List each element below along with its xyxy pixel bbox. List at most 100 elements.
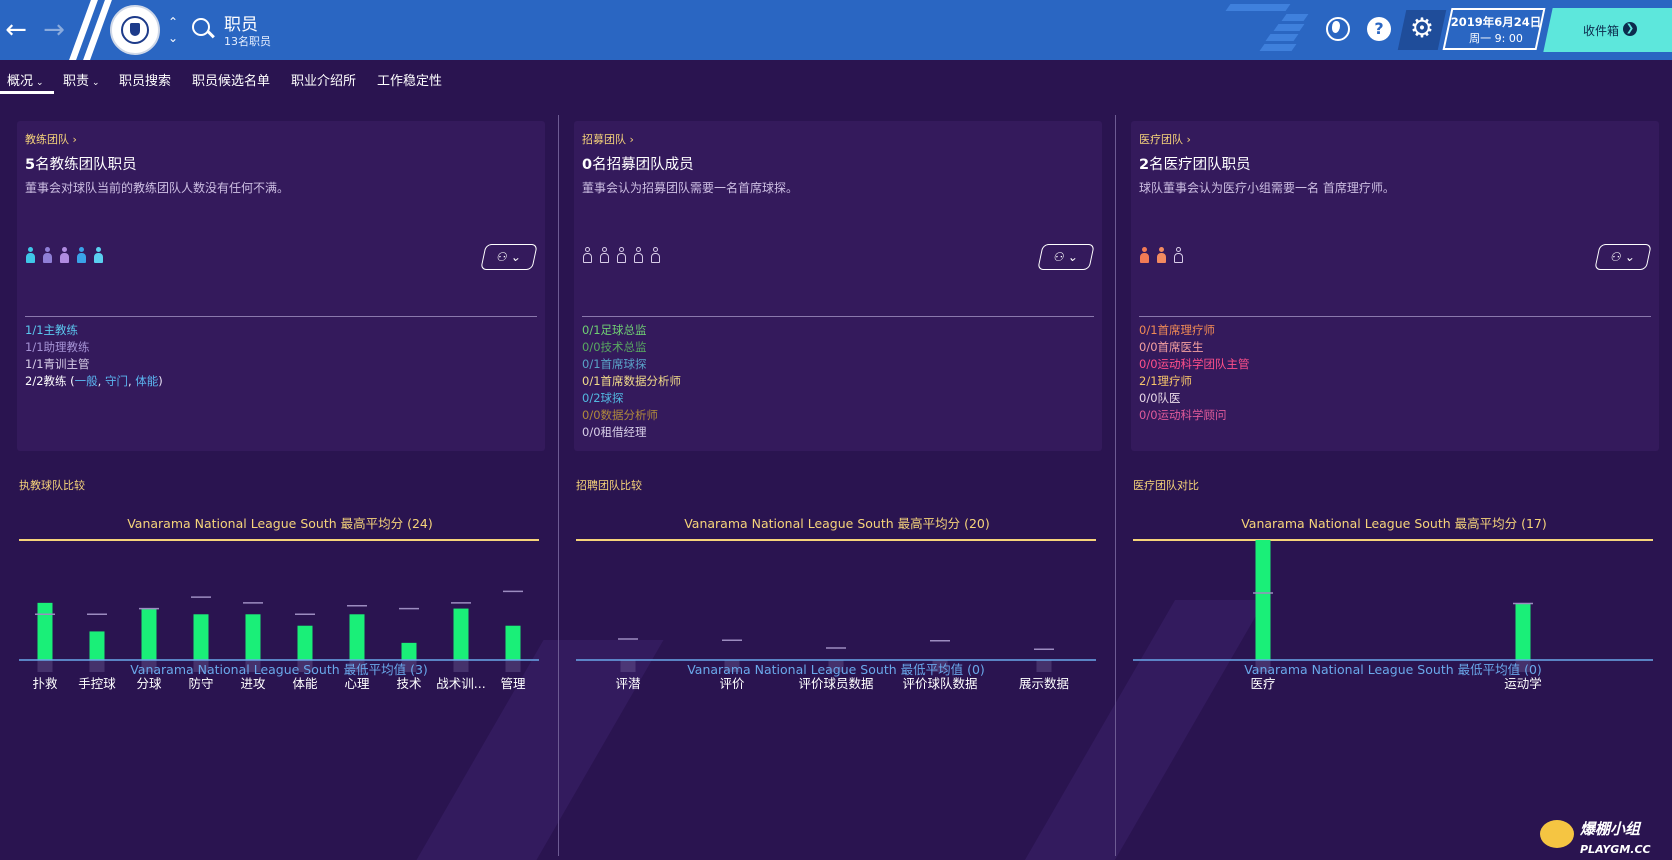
chevron-down-icon: ⌄ [1623,250,1637,264]
bar [505,625,521,660]
staff-people-icons [1139,247,1190,263]
bar-stub [1036,660,1052,672]
up-down-chevron-icon[interactable]: ⌃ ⌄ [168,14,178,46]
medical-comparison-title: 医疗团队对比 [1133,479,1199,492]
board-feedback-text: 球队董事会认为医疗小组需要一名 首席理疗师。 [1139,181,1395,195]
role-item[interactable]: 1/1青训主管 [25,356,163,373]
role-item[interactable]: 2/1理疗师 [1139,373,1250,390]
help-icon[interactable]: ? [1367,17,1391,41]
current-date: 2019年6月24日 [1450,15,1542,29]
person-icon [25,247,36,263]
add-person-icon: ⚇ [1609,250,1623,264]
coach-type-link[interactable]: 一般 [75,374,98,388]
role-item[interactable]: 0/1首席球探 [582,356,681,373]
person-icon [76,247,87,263]
role-list: 0/1足球总监 0/0技术总监 0/1首席球探 0/1首席数据分析师 0/2球探… [582,322,681,441]
person-icon [59,247,70,263]
role-item[interactable]: 0/1首席理疗师 [1139,322,1250,339]
category-label: 战术训... [436,676,485,691]
gear-icon[interactable]: ⚙ [1406,13,1438,45]
panel-divider [582,316,1094,317]
header-decoration [1265,34,1299,41]
add-staff-dropdown-button[interactable]: ⚇ ⌄ [1594,244,1652,270]
forward-arrow-icon[interactable]: → [38,14,70,46]
role-item[interactable]: 0/0队医 [1139,390,1250,407]
category-label: 评价球队数据 [902,676,977,691]
bar-stub [89,660,105,672]
role-list: 1/1主教练 1/1助理教练 1/1青训主管 2/2教练 (一般, 守门, 体能… [25,322,163,390]
role-item-coaches[interactable]: 2/2教练 (一般, 守门, 体能) [25,373,163,390]
empty-person-icon [582,247,593,263]
role-item[interactable]: 1/1主教练 [25,322,163,339]
bar [401,642,417,660]
header-decoration [1281,14,1309,21]
coach-type-link[interactable]: 体能 [135,374,158,388]
arrow-right-icon[interactable]: ❯ [1623,22,1637,36]
tab-job-centre[interactable]: 职业介绍所 [291,70,356,89]
watermark-logo [1540,820,1574,848]
coaching-staff-heading: 5名教练团队职员 [25,157,137,173]
tab-staff-search[interactable]: 职员搜索 [119,70,171,89]
category-label: 体能 [292,676,318,691]
bar-stub [505,660,521,672]
role-item[interactable]: 0/0租借经理 [582,424,681,441]
category-label: 评价球员数据 [798,676,873,691]
active-tab-indicator [0,91,54,94]
category-label: 医疗 [1250,676,1275,691]
role-item[interactable]: 0/0技术总监 [582,339,681,356]
role-item[interactable]: 1/1助理教练 [25,339,163,356]
bar [453,608,469,660]
recruitment-team-link[interactable]: 招募团队 › [582,131,634,147]
coaching-comparison-title: 执教球队比较 [19,479,85,492]
add-staff-dropdown-button[interactable]: ⚇ ⌄ [480,244,538,270]
person-icon [1139,247,1150,263]
medical-team-link[interactable]: 医疗团队 › [1139,131,1191,147]
tab-responsibilities[interactable]: 职责 ⌄ [63,70,100,89]
coach-type-link[interactable]: 守门 [105,374,128,388]
chevron-down-icon: ⌄ [509,250,523,264]
category-label: 进攻 [240,676,266,691]
recruitment-comparison-chart: 评潜 评价 评价球员数据 评价球队数据 展示数据 Vanarama National Le… [576,539,1096,691]
role-item[interactable]: 0/0首席医生 [1139,339,1250,356]
add-staff-dropdown-button[interactable]: ⚇ ⌄ [1037,244,1095,270]
empty-person-icon [616,247,627,263]
column-divider [1115,115,1116,856]
page-title: 职员 [224,15,258,35]
chart-min-label: Vanarama National League South 最低平均值 (3) [130,662,428,677]
empty-person-icon [633,247,644,263]
role-item[interactable]: 0/0运动科学顾问 [1139,407,1250,424]
tab-job-security[interactable]: 工作稳定性 [377,70,442,89]
search-icon[interactable] [192,18,210,36]
role-item[interactable]: 0/2球探 [582,390,681,407]
globe-icon[interactable] [1326,17,1350,41]
role-item[interactable]: 0/0运动科学团队主管 [1139,356,1250,373]
club-crest-logo[interactable] [110,5,160,55]
category-label: 手控球 [78,676,116,691]
panel-divider [1139,316,1651,317]
role-item[interactable]: 0/1首席数据分析师 [582,373,681,390]
inbox-label[interactable]: 收件箱 [1583,22,1619,39]
empty-person-icon [599,247,610,263]
bar-stub [37,660,53,672]
back-arrow-icon[interactable]: ← [0,14,32,46]
header-decoration [1225,4,1291,11]
recruitment-comparison-title: 招聘团队比较 [576,479,642,492]
chevron-down-icon: ⌄ [1066,250,1080,264]
category-label: 评价 [719,676,745,691]
tab-staff-shortlist[interactable]: 职员候选名单 [192,70,270,89]
staff-people-icons [25,247,110,263]
bar-stub [620,660,636,672]
category-label: 运动学 [1504,676,1542,691]
top-bar: ← → ⌃ ⌄ 职员 13名职员 ? ⚙ 2019年6月24日 周一 9: 00 … [0,0,1672,60]
medical-comparison-chart: 医疗 运动学Vanarama National League South 最低平均… [1133,539,1653,691]
bar [1515,603,1531,660]
coaching-comparison-chart: 扑救 手控球 分球 防守 进攻 体能 心理 技术 战术训... 管理 Vanarama Nation… [19,539,539,691]
coaching-staff-link[interactable]: 教练团队 › [25,131,77,147]
add-person-icon: ⚇ [1052,250,1066,264]
role-item[interactable]: 0/0数据分析师 [582,407,681,424]
chart-min-label: Vanarama National League South 最低平均值 (0) [687,662,985,677]
staff-people-icons [582,247,667,263]
tab-overview[interactable]: 概况 ⌄ [7,70,44,89]
panel-divider [25,316,537,317]
role-item[interactable]: 0/1足球总监 [582,322,681,339]
